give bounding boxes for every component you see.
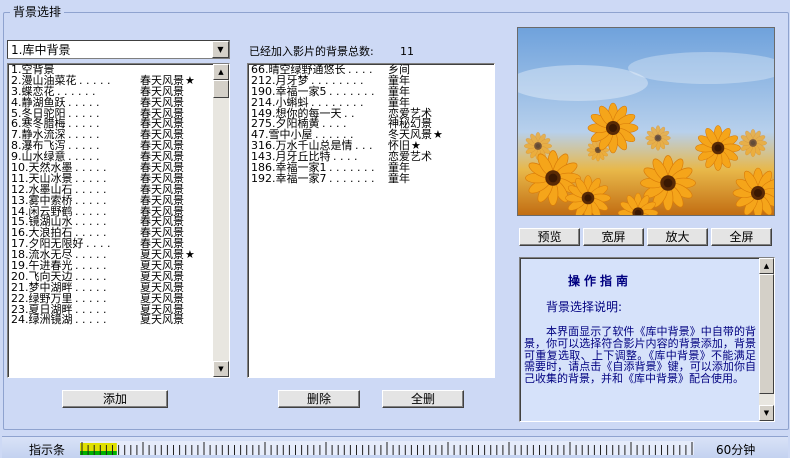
guide-title: 操作指南 [568, 274, 633, 288]
scroll-up-arrow-icon[interactable]: ▲ [759, 258, 774, 274]
list-item[interactable]: 24.绿洲镜湖. . . . . 夏天风景 [8, 314, 229, 325]
operation-guide-panel: 操作指南 背景选择说明: 本界面显示了软件《库中背景》中自带的背景，你可以选择符… [519, 257, 775, 422]
scroll-down-arrow-icon[interactable]: ▼ [213, 361, 229, 377]
library-list-scrollbar[interactable]: ▲ ▼ [213, 64, 229, 377]
guide-body-text: 本界面显示了软件《库中背景》中自带的背景，你可以选择符合影片内容的背景添加，背景… [524, 325, 756, 386]
library-background-list[interactable]: 1.空背景 2.漫山油菜花. . . . . 春天风景★ 3.蝶恋花. . . . .… [7, 63, 230, 378]
category-dropdown-value: 1.库中背景 [11, 43, 71, 57]
add-button[interactable]: 添加 [62, 390, 168, 408]
timeline-indicator: 指示条 60分钟 [2, 436, 788, 458]
preview-button[interactable]: 预览 [519, 228, 580, 246]
list-item-dots: . . . . . . . [329, 171, 375, 185]
added-count-value: 11 [400, 45, 414, 58]
zoom-button[interactable]: 放大 [647, 228, 708, 246]
timeline-ruler[interactable] [80, 439, 694, 457]
list-item-dots: . . . . . [75, 313, 107, 327]
delete-button[interactable]: 删除 [278, 390, 360, 408]
progress-fill [80, 443, 117, 451]
chevron-down-icon[interactable]: ▼ [212, 41, 229, 58]
list-item[interactable]: 22.绿野万里. . . . . 夏天风景 [8, 293, 229, 304]
sunflower-picture [518, 28, 774, 215]
list-item-title: 24.绿洲镜湖 [11, 313, 73, 327]
list-item-category: 夏天风景 [140, 313, 184, 327]
list-item-dots: . . . [355, 139, 373, 153]
added-background-list[interactable]: 66.晴空绿野通悠长. . . . 乡间 212.月牙梦. . . . . . . … [247, 63, 495, 378]
list-item[interactable]: 214.小蝌蚪. . . . . . . . 童年 [248, 97, 494, 108]
indicator-total-time: 60分钟 [716, 443, 756, 457]
scroll-thumb[interactable] [213, 80, 229, 98]
category-dropdown[interactable]: 1.库中背景 ▼ [7, 40, 230, 59]
list-item[interactable]: 192.幸福一家7. . . . . . . 童年 [248, 173, 494, 184]
scroll-down-arrow-icon[interactable]: ▼ [759, 405, 774, 421]
delete-all-button[interactable]: 全删 [382, 390, 464, 408]
scroll-up-arrow-icon[interactable]: ▲ [213, 64, 229, 80]
list-item[interactable]: 13.雾中索桥. . . . . 春天风景 [8, 195, 229, 206]
guide-scrollbar[interactable]: ▲ ▼ [759, 258, 774, 421]
added-count-label: 已经加入影片的背景总数: [249, 45, 374, 58]
scroll-thumb[interactable] [759, 274, 774, 394]
progress-fill-lower [80, 451, 117, 455]
guide-subtitle: 背景选择说明: [546, 300, 623, 314]
widescreen-button[interactable]: 宽屏 [583, 228, 644, 246]
list-item-title: 192.幸福一家7 [251, 171, 327, 185]
indicator-label: 指示条 [29, 443, 66, 457]
background-preview-image [517, 27, 775, 216]
fullscreen-button[interactable]: 全屏 [711, 228, 772, 246]
list-item[interactable]: 4.静湖鱼跃. . . . . 春天风景 [8, 97, 229, 108]
group-title: 背景选排 [10, 5, 65, 19]
list-item-category: 童年 [388, 171, 410, 185]
